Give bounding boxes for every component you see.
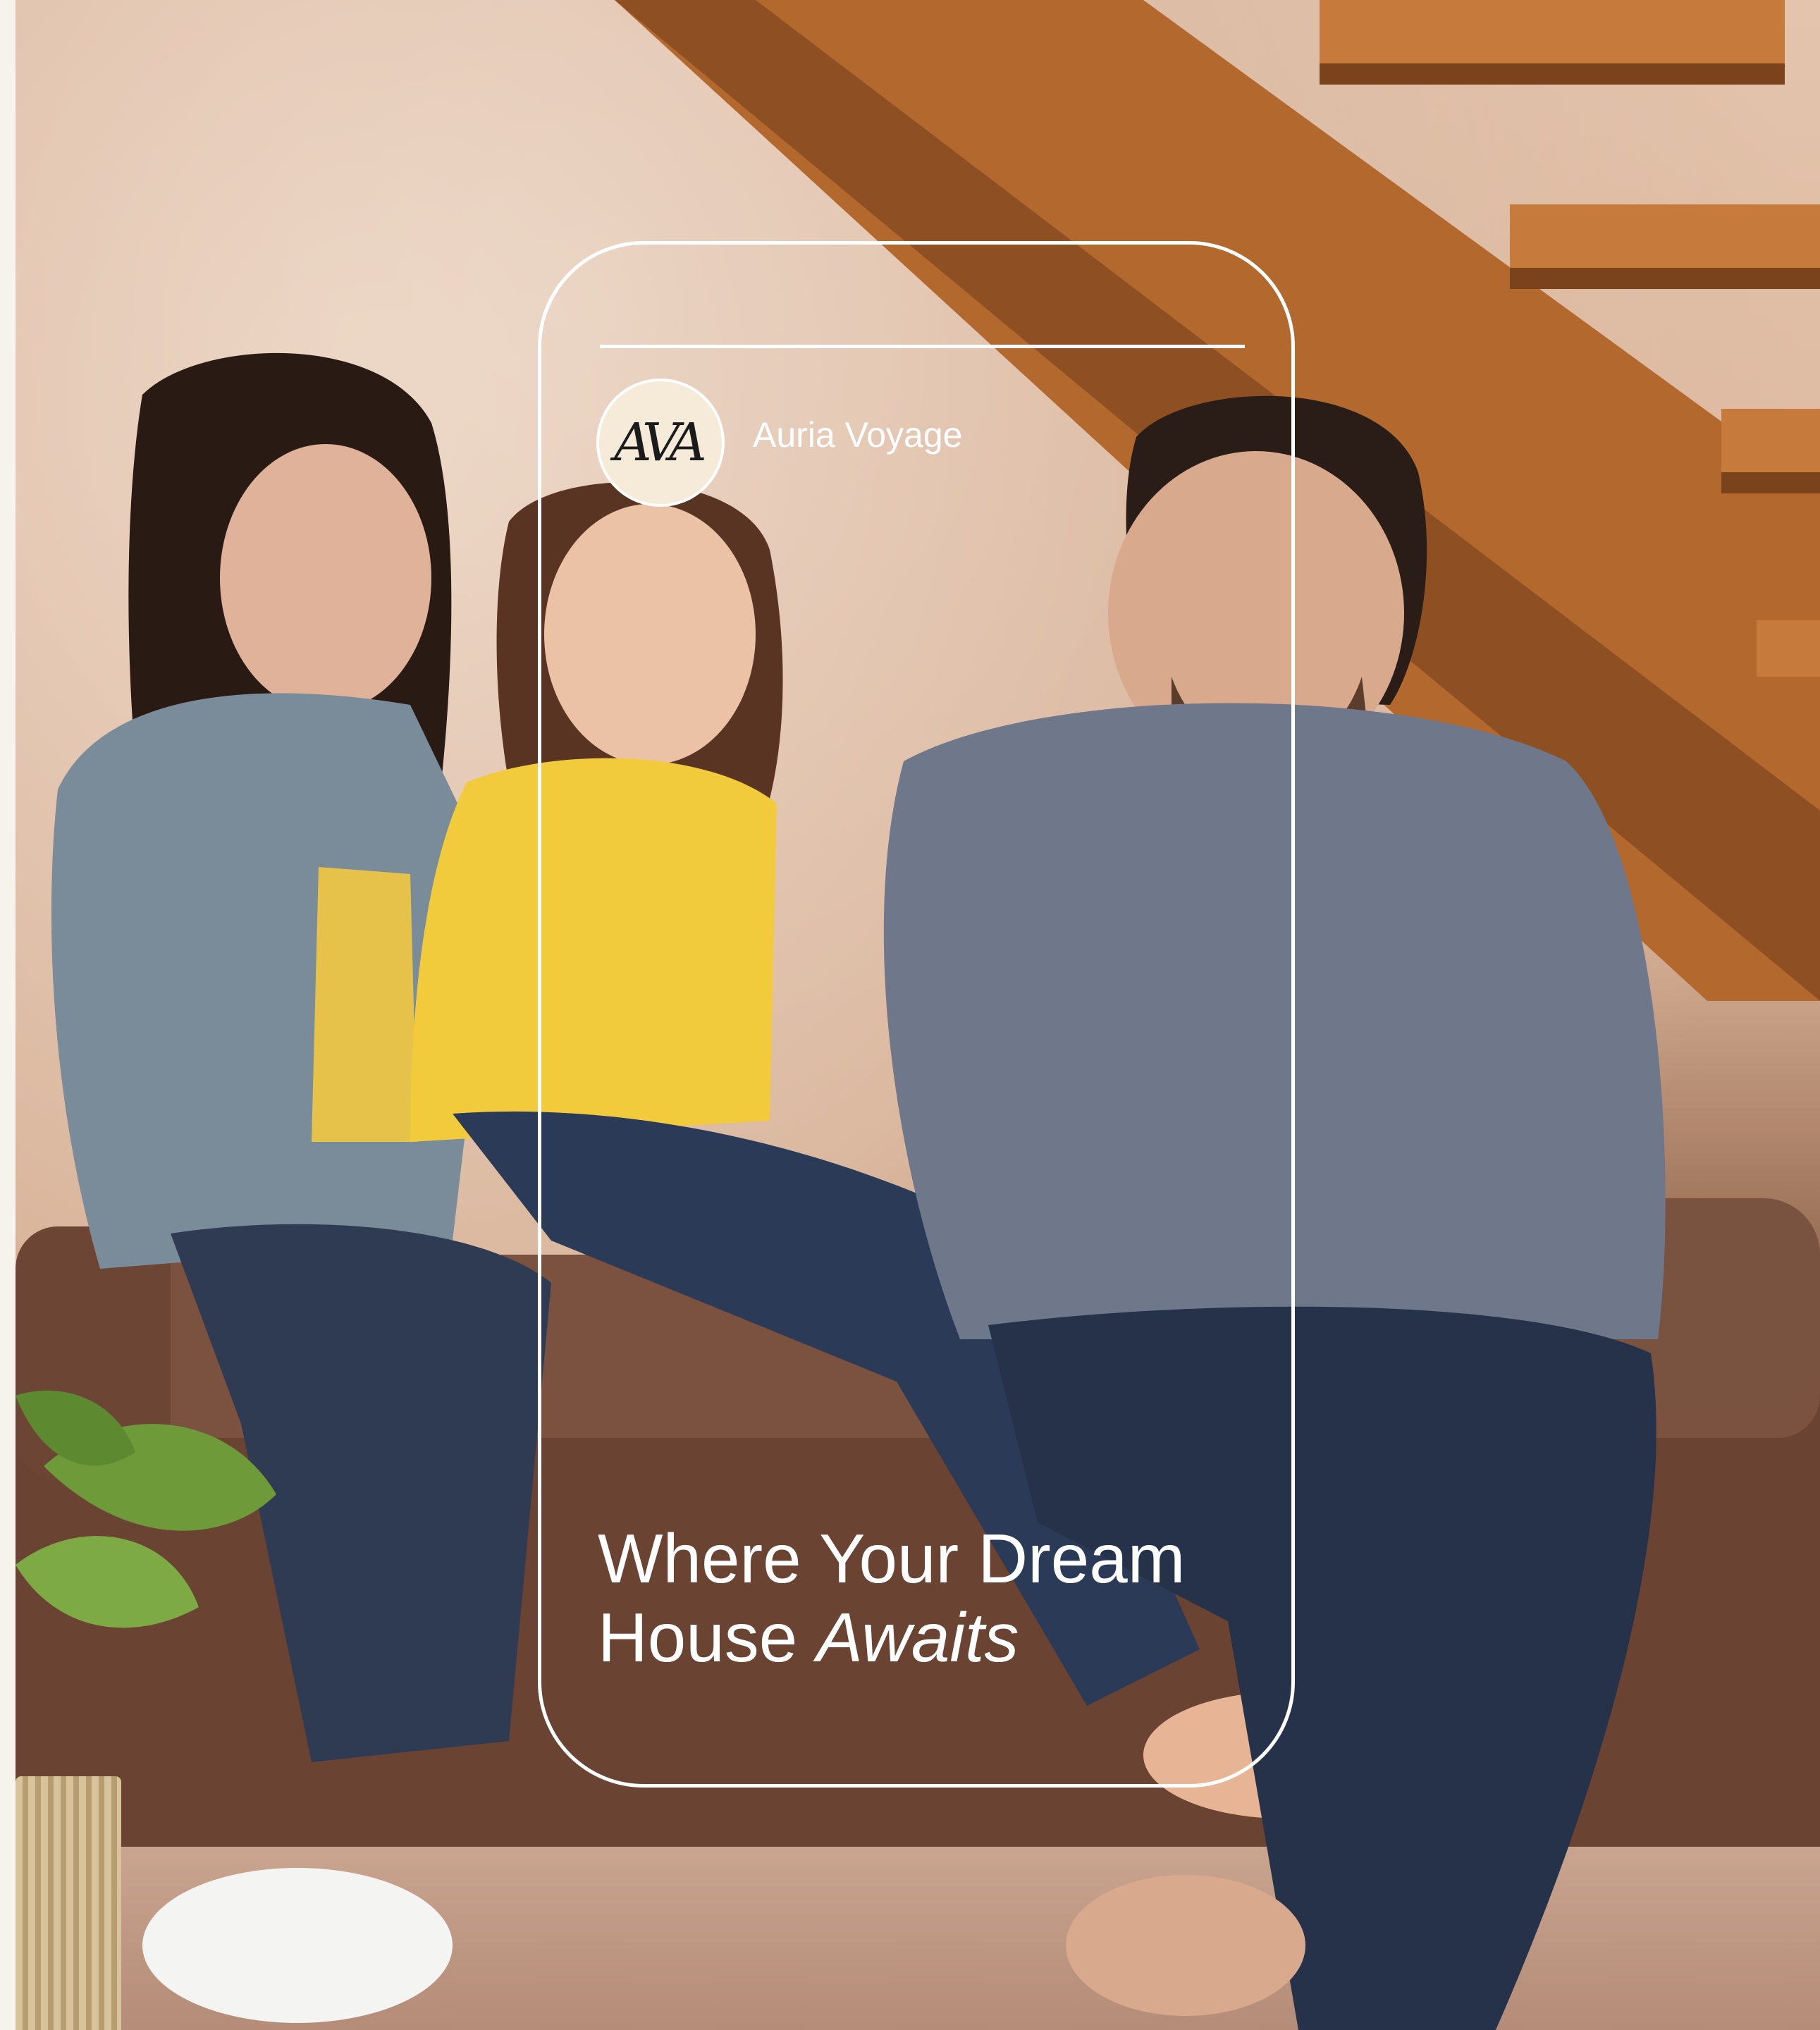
headline-line-2-plain: House (598, 1599, 817, 1676)
brand-name[interactable]: Auria Voyage (753, 414, 962, 455)
headline-line-2: House Awaits (598, 1598, 1185, 1677)
headline-line-2-italic: Awaits (816, 1599, 1019, 1676)
hero-page: AVA Auria Voyage Where Your Dream House … (0, 0, 1820, 2030)
wicker-basket (16, 1776, 121, 2030)
monstera-plant (16, 1390, 276, 1628)
frame-divider-line (600, 345, 1245, 348)
headline-line-1: Where Your Dream (598, 1520, 1186, 1597)
brand-logo[interactable]: AVA (596, 379, 725, 507)
hero-headline: Where Your Dream House Awaits (598, 1519, 1185, 1677)
logo-monogram: AVA (614, 412, 707, 473)
